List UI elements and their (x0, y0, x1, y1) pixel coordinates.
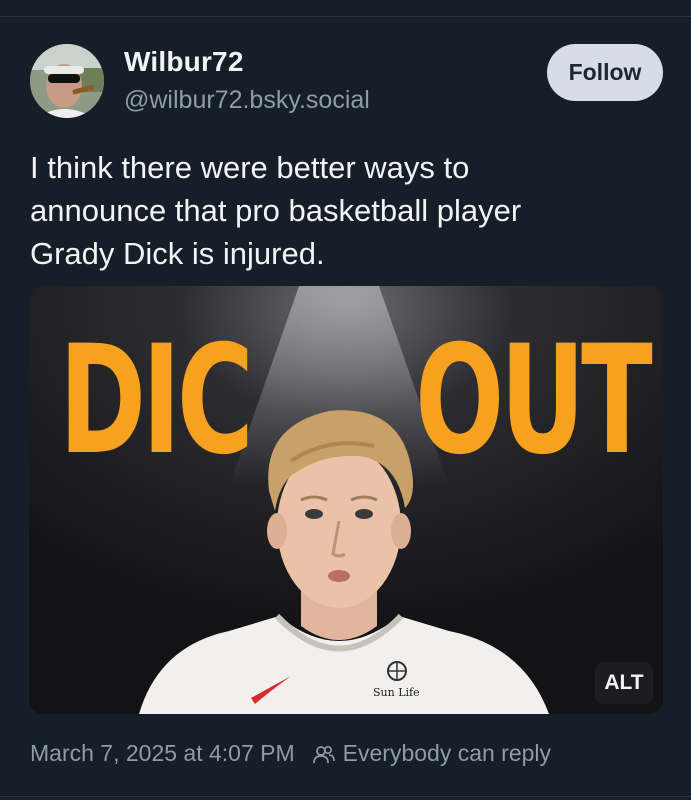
author-handle[interactable]: @wilbur72.bsky.social (124, 86, 370, 115)
follow-button[interactable]: Follow (547, 44, 663, 101)
people-icon (312, 744, 335, 764)
post-image[interactable]: DIC OUT Sun Life ALT (29, 286, 663, 714)
author-display-name[interactable]: Wilbur72 (124, 46, 244, 78)
post-text-line: Grady Dick is injured. (30, 236, 325, 271)
post-meta: March 7, 2025 at 4:07 PM Everybody can r… (30, 740, 551, 767)
post-text-line: announce that pro basketball player (30, 193, 522, 228)
bottom-divider (0, 796, 691, 797)
post-text: I think there were better ways to announ… (30, 146, 650, 275)
post-text-line: I think there were better ways to (30, 150, 470, 185)
alt-text-button[interactable]: ALT (595, 662, 653, 704)
jersey-sponsor-text: Sun Life (373, 686, 420, 699)
reply-setting[interactable]: Everybody can reply (343, 740, 551, 767)
avatar[interactable] (30, 44, 104, 118)
top-divider (0, 16, 691, 17)
post-timestamp[interactable]: March 7, 2025 at 4:07 PM (30, 740, 295, 767)
avatar-photo (30, 44, 104, 118)
player-figure (139, 410, 549, 714)
